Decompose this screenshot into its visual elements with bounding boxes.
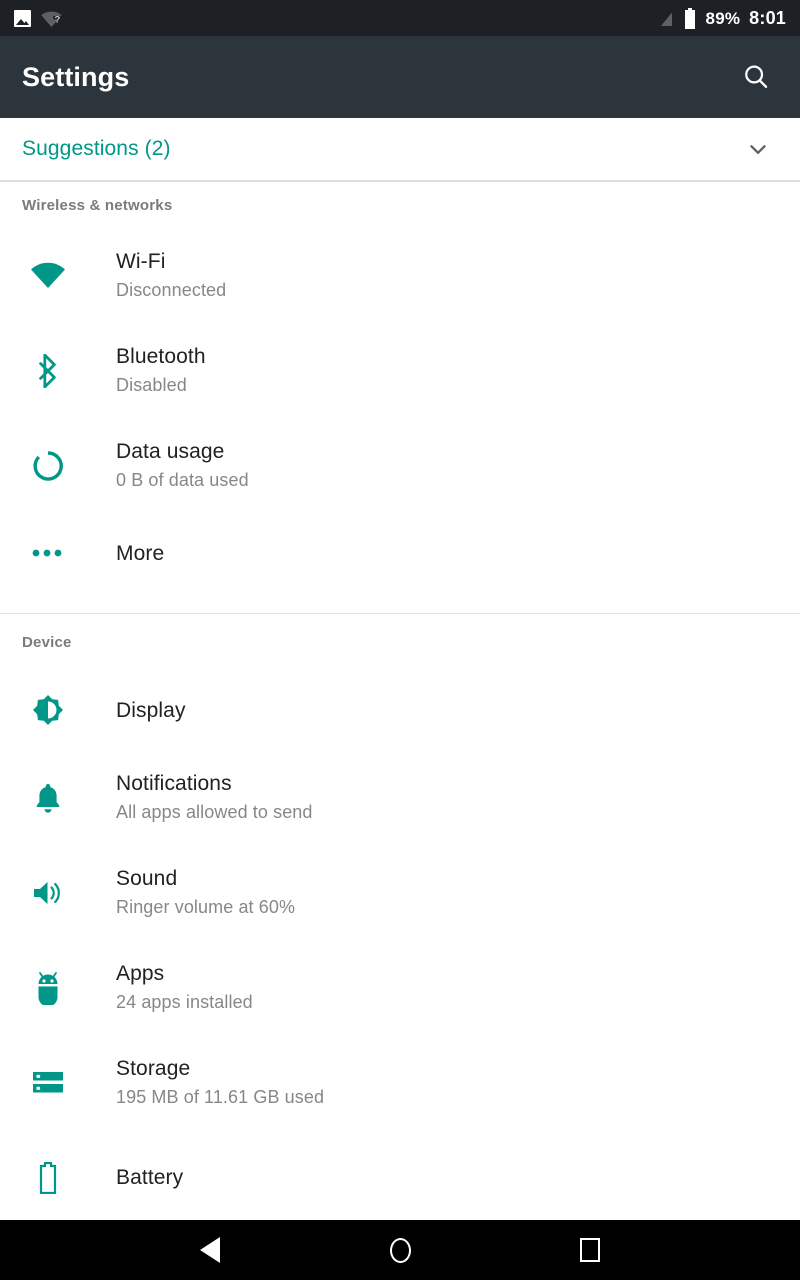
settings-item-title: Wi-Fi (116, 250, 166, 273)
suggestions-expand-button[interactable] (738, 129, 778, 169)
status-bar-clock: 8:01 (749, 8, 786, 28)
settings-item-text: Sound Ringer volume at 60% (116, 865, 295, 920)
settings-item-sound[interactable]: Sound Ringer volume at 60% (0, 845, 800, 940)
section-header-device: Device (22, 633, 72, 651)
settings-item-subtitle: All apps allowed to send (116, 802, 313, 822)
settings-item-text: Notifications All apps allowed to send (116, 770, 313, 825)
settings-item-text: Storage 195 MB of 11.61 GB used (116, 1055, 324, 1110)
settings-item-display[interactable]: Display (0, 670, 800, 750)
settings-item-apps[interactable]: Apps 24 apps installed (0, 940, 800, 1035)
sound-icon (22, 878, 74, 908)
signal-off-icon (657, 8, 673, 28)
bluetooth-icon (22, 353, 74, 388)
bell-icon (22, 782, 74, 814)
suggestions-row[interactable]: Suggestions (2) (0, 118, 800, 180)
suggestions-label: Suggestions (2) (22, 137, 171, 160)
status-bar-left-icons: ? (14, 9, 62, 27)
settings-item-subtitle: Ringer volume at 60% (116, 897, 296, 917)
settings-item-storage[interactable]: Storage 195 MB of 11.61 GB used (0, 1035, 800, 1130)
app-bar: Settings (0, 36, 800, 118)
settings-item-title: Apps (116, 962, 165, 985)
settings-item-more[interactable]: More (0, 513, 800, 593)
battery-percent-label: 89% (705, 8, 741, 28)
settings-item-data-usage[interactable]: Data usage 0 B of data used (0, 418, 800, 513)
settings-item-subtitle: Disabled (116, 375, 187, 395)
settings-item-subtitle: 195 MB of 11.61 GB used (116, 1087, 325, 1107)
settings-item-text: Bluetooth Disabled (116, 343, 206, 398)
settings-item-battery[interactable]: Battery (0, 1130, 800, 1220)
settings-item-title: More (116, 541, 165, 565)
settings-item-title: Data usage (116, 440, 225, 463)
home-circle-icon (389, 1237, 411, 1263)
photo-icon (14, 9, 31, 27)
section-header-wireless: Wireless & networks (22, 196, 173, 214)
settings-item-title: Bluetooth (116, 345, 206, 368)
recents-square-icon (580, 1238, 600, 1262)
android-settings-screen: ? 89% 8:01 Settings Suggestions (2) Wire… (0, 0, 800, 1280)
status-bar-right-icons: 89% 8:01 (657, 7, 786, 29)
settings-item-text: Wi-Fi Disconnected (116, 248, 226, 303)
battery-full-icon (684, 7, 695, 29)
settings-item-bluetooth[interactable]: Bluetooth Disabled (0, 323, 800, 418)
settings-item-title: Notifications (116, 772, 232, 795)
android-robot-icon (22, 971, 74, 1005)
back-triangle-icon (200, 1237, 220, 1263)
settings-item-subtitle: 24 apps installed (116, 992, 253, 1012)
settings-item-title: Storage (116, 1057, 191, 1080)
settings-item-title: Sound (116, 867, 178, 890)
nav-back-button[interactable] (180, 1220, 240, 1280)
navigation-bar (0, 1220, 800, 1280)
settings-item-text: Apps 24 apps installed (116, 960, 253, 1015)
chevron-down-icon (750, 145, 766, 154)
settings-item-wifi[interactable]: Wi-Fi Disconnected (0, 228, 800, 323)
brightness-icon (22, 694, 74, 726)
settings-item-title: Battery (116, 1166, 184, 1189)
data-usage-icon (22, 450, 74, 482)
page-title: Settings (22, 61, 130, 92)
search-button[interactable] (734, 55, 778, 99)
wifi-icon (22, 261, 74, 291)
settings-list[interactable]: Suggestions (2) Wireless & networks Wi-F… (0, 118, 800, 1220)
storage-icon (22, 1070, 74, 1096)
more-dots-icon (22, 548, 74, 558)
settings-item-text: Display (116, 697, 186, 724)
settings-item-subtitle: 0 B of data used (116, 470, 249, 490)
settings-item-notifications[interactable]: Notifications All apps allowed to send (0, 750, 800, 845)
wifi-question-icon: ? (41, 11, 62, 27)
settings-item-title: Display (116, 698, 186, 722)
battery-icon (22, 1161, 74, 1194)
settings-item-text: More (116, 540, 164, 567)
settings-item-text: Data usage 0 B of data used (116, 438, 249, 493)
svg-text:?: ? (55, 13, 61, 24)
search-icon (745, 65, 768, 88)
settings-item-text: Battery (116, 1164, 183, 1191)
nav-recents-button[interactable] (560, 1220, 620, 1280)
nav-home-button[interactable] (370, 1220, 430, 1280)
settings-item-subtitle: Disconnected (116, 280, 227, 300)
status-bar: ? 89% 8:01 (0, 0, 800, 36)
